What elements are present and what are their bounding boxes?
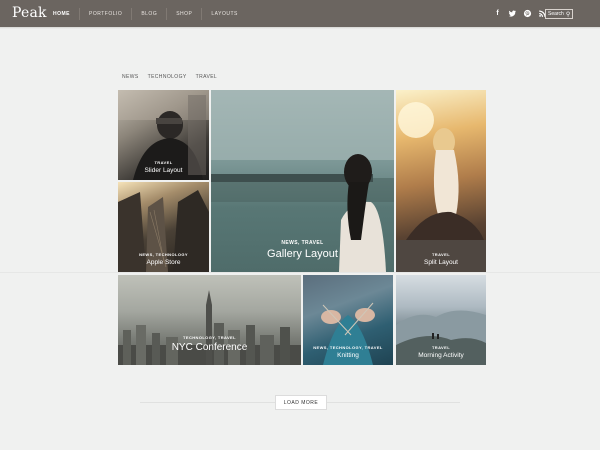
nav-shop[interactable]: SHOP: [166, 7, 201, 20]
tile-caption: TRAVEL Slider Layout: [118, 160, 209, 174]
nav-blog[interactable]: BLOG: [131, 7, 166, 20]
load-more-button[interactable]: LOAD MORE: [275, 395, 327, 410]
tile-category[interactable]: TRAVEL: [396, 252, 486, 257]
filter-technology[interactable]: TECHNOLOGY: [148, 74, 187, 80]
tile-caption: NEWS, TRAVEL Gallery Layout: [211, 240, 394, 260]
tile-image: [396, 102, 486, 272]
filter-news[interactable]: NEWS: [122, 74, 139, 80]
post-tile-split-layout[interactable]: TRAVEL Split Layout: [396, 90, 486, 272]
tile-caption: NEWS, TECHNOLOGY, TRAVEL Knitting: [303, 345, 393, 359]
tile-category[interactable]: NEWS, TECHNOLOGY: [118, 252, 209, 257]
tile-caption: NEWS, TECHNOLOGY Apple Store: [118, 252, 209, 266]
tile-caption: TECHNOLOGY, TRAVEL NYC Conference: [118, 335, 301, 353]
divider-line: [0, 272, 600, 273]
nav-layouts[interactable]: LAYOUTS: [201, 7, 246, 20]
site-logo[interactable]: Peak: [12, 5, 47, 21]
post-tile-apple-store[interactable]: NEWS, TECHNOLOGY Apple Store: [118, 182, 209, 272]
tile-category[interactable]: TRAVEL: [396, 345, 486, 350]
post-tile-knitting[interactable]: NEWS, TECHNOLOGY, TRAVEL Knitting: [303, 275, 393, 365]
post-tile-gallery-layout[interactable]: NEWS, TRAVEL Gallery Layout: [211, 90, 394, 272]
nav-home[interactable]: HOME: [44, 8, 79, 20]
tile-category[interactable]: NEWS, TECHNOLOGY, TRAVEL: [303, 345, 393, 350]
tile-category[interactable]: TECHNOLOGY, TRAVEL: [118, 335, 301, 340]
tile-title[interactable]: Split Layout: [396, 259, 486, 266]
pinterest-icon[interactable]: [523, 9, 532, 18]
pinterest-glyph: [523, 9, 532, 18]
tile-title[interactable]: Knitting: [303, 352, 393, 359]
tile-title[interactable]: NYC Conference: [118, 342, 301, 353]
category-filters: NEWS TECHNOLOGY TRAVEL: [122, 74, 217, 80]
post-tile-morning-activity[interactable]: TRAVEL Morning Activity: [396, 275, 486, 365]
tile-title[interactable]: Gallery Layout: [211, 248, 394, 260]
social-links: f: [493, 9, 547, 18]
post-tile-nyc-conference[interactable]: TECHNOLOGY, TRAVEL NYC Conference: [118, 275, 301, 365]
tile-title[interactable]: Apple Store: [118, 259, 209, 266]
search-label: Search: [548, 11, 564, 17]
facebook-icon[interactable]: f: [493, 9, 502, 18]
search-icon: ⚲: [565, 11, 571, 18]
filter-travel[interactable]: TRAVEL: [196, 74, 217, 80]
main-nav: HOME PORTFOLIO BLOG SHOP LAYOUTS: [44, 0, 247, 27]
twitter-bird-glyph: [508, 10, 517, 17]
tile-category[interactable]: NEWS, TRAVEL: [211, 240, 394, 246]
tile-title[interactable]: Slider Layout: [118, 167, 209, 174]
nav-portfolio[interactable]: PORTFOLIO: [79, 7, 131, 20]
site-header: Peak HOME PORTFOLIO BLOG SHOP LAYOUTS f …: [0, 0, 600, 27]
tile-category[interactable]: TRAVEL: [118, 160, 209, 165]
header-shadow: [0, 27, 600, 29]
search-button[interactable]: Search ⚲: [545, 9, 573, 19]
tile-caption: TRAVEL Morning Activity: [396, 345, 486, 359]
post-tile-slider-layout[interactable]: TRAVEL Slider Layout: [118, 90, 209, 180]
tile-title[interactable]: Morning Activity: [396, 352, 486, 359]
tile-caption: TRAVEL Split Layout: [396, 252, 486, 266]
twitter-icon[interactable]: [508, 9, 517, 18]
